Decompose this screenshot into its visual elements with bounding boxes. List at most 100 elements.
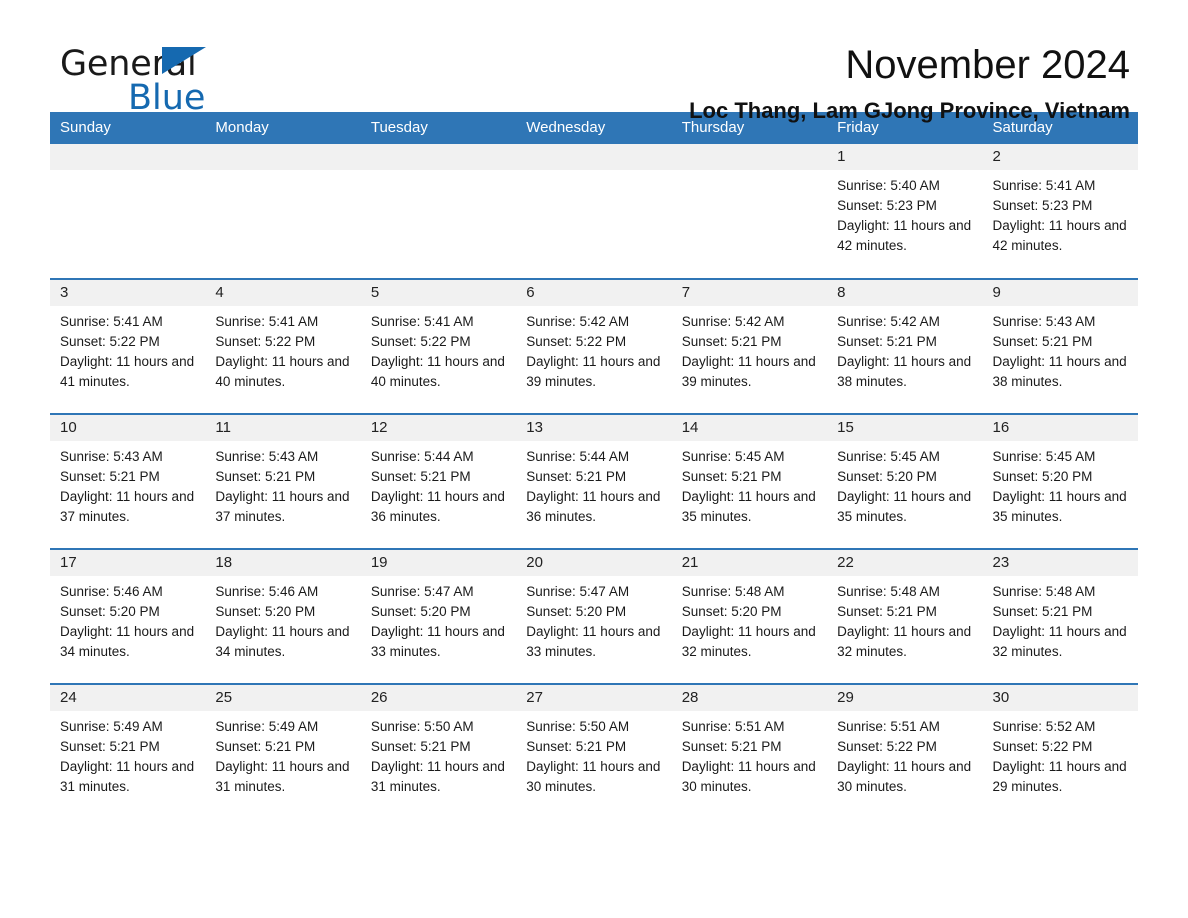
day-info: Sunrise: 5:48 AM Sunset: 5:21 PM Daylight:… <box>983 576 1138 662</box>
day-info: Sunrise: 5:48 AM Sunset: 5:20 PM Daylight:… <box>672 576 827 662</box>
calendar-day-cell[interactable]: 14 Sunrise: 5:45 AM Sunset: 5:21 PM Dayligh… <box>671 413 828 549</box>
sunrise-text: Sunrise: 5:42 AM <box>526 314 630 329</box>
calendar-day-cell[interactable]: 22 Sunrise: 5:48 AM Sunset: 5:21 PM Dayligh… <box>827 548 983 684</box>
calendar-day-cell[interactable]: 15 Sunrise: 5:45 AM Sunset: 5:20 PM Dayligh… <box>827 413 983 549</box>
day-cell-content: 18 Sunrise: 5:46 AM Sunset: 5:20 PM Dayligh… <box>205 550 361 683</box>
day-info: Sunrise: 5:42 AM Sunset: 5:21 PM Daylight:… <box>827 306 982 392</box>
calendar-day-cell[interactable]: 1 Sunrise: 5:40 AM Sunset: 5:23 PM Daylight… <box>827 144 983 279</box>
day-number: 19 <box>360 550 517 576</box>
calendar-day-cell[interactable]: 23 Sunrise: 5:48 AM Sunset: 5:21 PM Dayligh… <box>982 548 1138 684</box>
daylight-text: Daylight: 11 hours and 29 minutes. <box>992 759 1127 794</box>
calendar-day-cell[interactable]: 5 Sunrise: 5:41 AM Sunset: 5:22 PM Daylight… <box>360 278 517 414</box>
calendar-day-cell[interactable]: 13 Sunrise: 5:44 AM Sunset: 5:21 PM Dayligh… <box>516 413 672 549</box>
daylight-text: Daylight: 11 hours and 33 minutes. <box>370 624 505 659</box>
daylight-text: Daylight: 11 hours and 35 minutes. <box>837 489 972 524</box>
daylight-text: Daylight: 11 hours and 31 minutes. <box>60 759 195 794</box>
sunset-text: Sunset: 5:23 PM <box>992 198 1093 213</box>
calendar-day-cell[interactable]: 27 Sunrise: 5:50 AM Sunset: 5:21 PM Dayligh… <box>516 683 672 819</box>
day-info: Sunrise: 5:44 AM Sunset: 5:21 PM Daylight:… <box>361 441 516 527</box>
calendar-day-cell[interactable]: 10 Sunrise: 5:43 AM Sunset: 5:21 PM Dayligh… <box>50 413 206 549</box>
calendar-day-cell[interactable]: 6 Sunrise: 5:42 AM Sunset: 5:22 PM Daylight… <box>516 278 672 414</box>
day-cell-content: 11 Sunrise: 5:43 AM Sunset: 5:21 PM Dayligh… <box>205 415 361 548</box>
calendar-day-cell[interactable]: 16 Sunrise: 5:45 AM Sunset: 5:20 PM Dayligh… <box>982 413 1138 549</box>
day-cell-content: 13 Sunrise: 5:44 AM Sunset: 5:21 PM Dayligh… <box>516 415 672 548</box>
day-info: Sunrise: 5:45 AM Sunset: 5:20 PM Daylight:… <box>827 441 982 527</box>
daylight-text: Daylight: 11 hours and 38 minutes. <box>837 354 972 389</box>
day-cell-content <box>360 144 517 277</box>
day-number: 26 <box>360 685 517 711</box>
daylight-text: Daylight: 11 hours and 42 minutes. <box>992 218 1127 253</box>
calendar-day-cell[interactable]: 3 Sunrise: 5:41 AM Sunset: 5:22 PM Daylight… <box>50 278 206 414</box>
daylight-text: Daylight: 11 hours and 31 minutes. <box>370 759 505 794</box>
day-number: 24 <box>50 685 206 711</box>
calendar-day-cell[interactable]: 7 Sunrise: 5:42 AM Sunset: 5:21 PM Daylight… <box>671 278 828 414</box>
day-number: 5 <box>360 280 517 306</box>
sunrise-text: Sunrise: 5:46 AM <box>60 584 163 599</box>
day-number: 21 <box>671 550 828 576</box>
calendar-day-cell[interactable]: 26 Sunrise: 5:50 AM Sunset: 5:21 PM Dayligh… <box>360 683 517 819</box>
calendar-cell-empty <box>516 144 672 279</box>
day-number: 7 <box>671 280 828 306</box>
sunset-text: Sunset: 5:20 PM <box>992 469 1093 484</box>
calendar-day-cell[interactable]: 17 Sunrise: 5:46 AM Sunset: 5:20 PM Dayligh… <box>50 548 206 684</box>
calendar-cell-empty <box>671 144 828 279</box>
calendar-cell-empty <box>205 144 361 279</box>
calendar-day-cell[interactable]: 28 Sunrise: 5:51 AM Sunset: 5:21 PM Dayligh… <box>671 683 828 819</box>
calendar-day-cell[interactable]: 30 Sunrise: 5:52 AM Sunset: 5:22 PM Dayligh… <box>982 683 1138 819</box>
logo-text-general: General <box>60 44 197 84</box>
day-number: 22 <box>827 550 983 576</box>
day-cell-content: 22 Sunrise: 5:48 AM Sunset: 5:21 PM Dayligh… <box>827 550 983 683</box>
sunrise-text: Sunrise: 5:43 AM <box>60 449 163 464</box>
calendar-day-cell[interactable]: 2 Sunrise: 5:41 AM Sunset: 5:23 PM Daylight… <box>982 144 1138 279</box>
sunset-text: Sunset: 5:20 PM <box>215 604 316 619</box>
sunrise-text: Sunrise: 5:45 AM <box>992 449 1096 464</box>
calendar-day-cell[interactable]: 24 Sunrise: 5:49 AM Sunset: 5:21 PM Dayligh… <box>50 683 206 819</box>
day-info: Sunrise: 5:41 AM Sunset: 5:22 PM Daylight:… <box>361 306 516 392</box>
day-number: 11 <box>205 415 361 441</box>
calendar-day-cell[interactable]: 29 Sunrise: 5:51 AM Sunset: 5:22 PM Dayligh… <box>827 683 983 819</box>
day-cell-content: 19 Sunrise: 5:47 AM Sunset: 5:20 PM Dayligh… <box>360 550 517 683</box>
day-number: 17 <box>50 550 206 576</box>
calendar-day-cell[interactable]: 8 Sunrise: 5:42 AM Sunset: 5:21 PM Daylight… <box>827 278 983 414</box>
calendar-day-cell[interactable]: 11 Sunrise: 5:43 AM Sunset: 5:21 PM Dayligh… <box>205 413 361 549</box>
sunset-text: Sunset: 5:22 PM <box>837 739 937 754</box>
day-info: Sunrise: 5:46 AM Sunset: 5:20 PM Daylight:… <box>205 576 360 662</box>
day-number <box>50 144 206 170</box>
day-number: 6 <box>516 280 672 306</box>
calendar-day-cell[interactable]: 25 Sunrise: 5:49 AM Sunset: 5:21 PM Dayligh… <box>205 683 361 819</box>
day-number: 29 <box>827 685 983 711</box>
generalblue-logo[interactable]: General Blue <box>60 45 360 125</box>
day-cell-content: 10 Sunrise: 5:43 AM Sunset: 5:21 PM Dayligh… <box>50 415 206 548</box>
calendar-day-cell[interactable]: 18 Sunrise: 5:46 AM Sunset: 5:20 PM Dayligh… <box>205 548 361 684</box>
calendar-body: 1 Sunrise: 5:40 AM Sunset: 5:23 PM Daylight… <box>50 144 1138 819</box>
day-cell-content: 26 Sunrise: 5:50 AM Sunset: 5:21 PM Dayligh… <box>360 685 517 818</box>
day-info: Sunrise: 5:40 AM Sunset: 5:23 PM Daylight:… <box>827 170 982 256</box>
day-cell-content: 24 Sunrise: 5:49 AM Sunset: 5:21 PM Dayligh… <box>50 685 206 818</box>
day-info: Sunrise: 5:51 AM Sunset: 5:22 PM Daylight:… <box>827 711 982 797</box>
day-number: 1 <box>827 144 983 170</box>
day-info: Sunrise: 5:51 AM Sunset: 5:21 PM Daylight:… <box>672 711 827 797</box>
calendar-day-cell[interactable]: 19 Sunrise: 5:47 AM Sunset: 5:20 PM Dayligh… <box>360 548 517 684</box>
calendar-day-cell[interactable]: 20 Sunrise: 5:47 AM Sunset: 5:20 PM Dayligh… <box>516 548 672 684</box>
weekday-header-wednesday: Wednesday <box>516 112 672 144</box>
calendar-week-row: 1 Sunrise: 5:40 AM Sunset: 5:23 PM Daylight… <box>50 144 1138 279</box>
calendar-day-cell[interactable]: 9 Sunrise: 5:43 AM Sunset: 5:21 PM Daylight… <box>982 278 1138 414</box>
day-cell-content: 15 Sunrise: 5:45 AM Sunset: 5:20 PM Dayligh… <box>827 415 983 548</box>
sunrise-text: Sunrise: 5:44 AM <box>526 449 630 464</box>
daylight-text: Daylight: 11 hours and 34 minutes. <box>60 624 195 659</box>
daylight-text: Daylight: 11 hours and 30 minutes. <box>681 759 816 794</box>
sunset-text: Sunset: 5:21 PM <box>526 739 627 754</box>
sunrise-text: Sunrise: 5:45 AM <box>681 449 785 464</box>
day-info: Sunrise: 5:41 AM Sunset: 5:22 PM Daylight:… <box>50 306 205 392</box>
day-info: Sunrise: 5:41 AM Sunset: 5:22 PM Daylight:… <box>205 306 360 392</box>
day-cell-content: 9 Sunrise: 5:43 AM Sunset: 5:21 PM Daylight… <box>982 280 1138 413</box>
day-number: 28 <box>671 685 828 711</box>
day-number: 18 <box>205 550 361 576</box>
calendar-day-cell[interactable]: 21 Sunrise: 5:48 AM Sunset: 5:20 PM Dayligh… <box>671 548 828 684</box>
daylight-text: Daylight: 11 hours and 41 minutes. <box>60 354 195 389</box>
daylight-text: Daylight: 11 hours and 36 minutes. <box>370 489 505 524</box>
calendar-day-cell[interactable]: 12 Sunrise: 5:44 AM Sunset: 5:21 PM Dayligh… <box>360 413 517 549</box>
sunset-text: Sunset: 5:23 PM <box>837 198 937 213</box>
sunset-text: Sunset: 5:20 PM <box>526 604 627 619</box>
calendar-day-cell[interactable]: 4 Sunrise: 5:41 AM Sunset: 5:22 PM Daylight… <box>205 278 361 414</box>
